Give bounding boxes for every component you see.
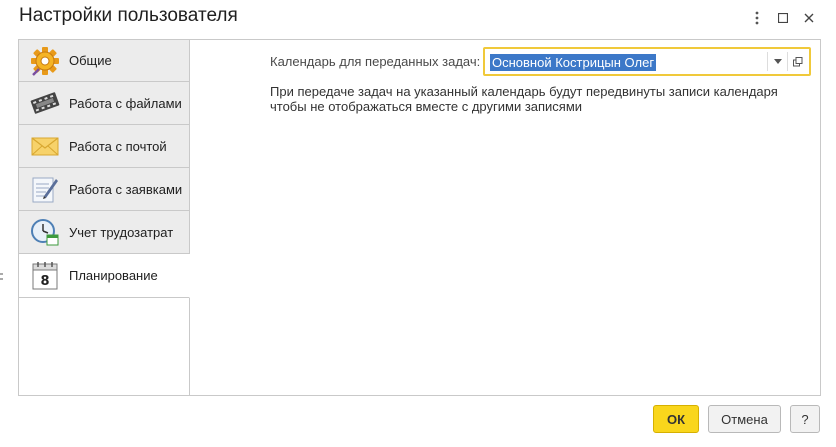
calendar-description: При передаче задач на указанный календар… [270, 84, 810, 114]
film-files-icon [29, 87, 61, 119]
calendar-field-label: Календарь для переданных задач: [270, 54, 481, 69]
calendar-icon: 8 [29, 260, 61, 292]
request-pencil-icon [29, 173, 61, 205]
calendar-day-number: 8 [40, 274, 49, 289]
description-line-2: чтобы не отображаться вместе с другими з… [270, 99, 583, 114]
tab-mail[interactable]: Работа с почтой [18, 125, 190, 168]
tab-time-tracking[interactable]: Учет трудозатрат [18, 211, 190, 254]
window-controls [744, 9, 822, 27]
tab-general[interactable]: Общие [18, 39, 190, 82]
tab-label: Работа с файлами [69, 95, 182, 111]
open-item-icon[interactable] [787, 52, 807, 71]
tab-files[interactable]: Работа с файлами [18, 82, 190, 125]
maximize-icon[interactable] [770, 9, 796, 27]
envelope-icon [29, 130, 61, 162]
help-button[interactable]: ? [790, 405, 820, 433]
ok-button[interactable]: ОК [653, 405, 699, 433]
tab-requests[interactable]: Работа с заявками [18, 168, 190, 211]
cancel-button[interactable]: Отмена [708, 405, 781, 433]
window-title: Настройки пользователя [19, 5, 238, 26]
calendar-combobox[interactable]: Основной Кострицын Олег [483, 47, 811, 76]
tab-label: Учет трудозатрат [69, 224, 174, 240]
calendar-input[interactable]: Основной Кострицын Олег [490, 54, 657, 71]
clock-calendar-icon [29, 216, 61, 248]
edge-mark [0, 270, 3, 284]
description-line-1: При передаче задач на указанный календар… [270, 84, 778, 99]
tab-planning[interactable]: 8 Планирование [18, 254, 190, 298]
settings-tabs: Общие Работа с файлами Работа с почтой Р… [18, 39, 190, 298]
tab-label: Работа с почтой [69, 138, 167, 154]
tab-label: Работа с заявками [69, 181, 183, 197]
more-vert-icon[interactable] [744, 9, 770, 27]
calendar-field-row: Календарь для переданных задач: [270, 47, 484, 76]
close-icon[interactable] [796, 9, 822, 27]
tab-label: Планирование [69, 268, 158, 283]
gear-icon [29, 45, 61, 77]
tab-label: Общие [69, 53, 112, 68]
chevron-down-icon[interactable] [767, 52, 787, 71]
tabs-area-border [18, 297, 190, 396]
title-bar: Настройки пользователя [0, 0, 836, 34]
